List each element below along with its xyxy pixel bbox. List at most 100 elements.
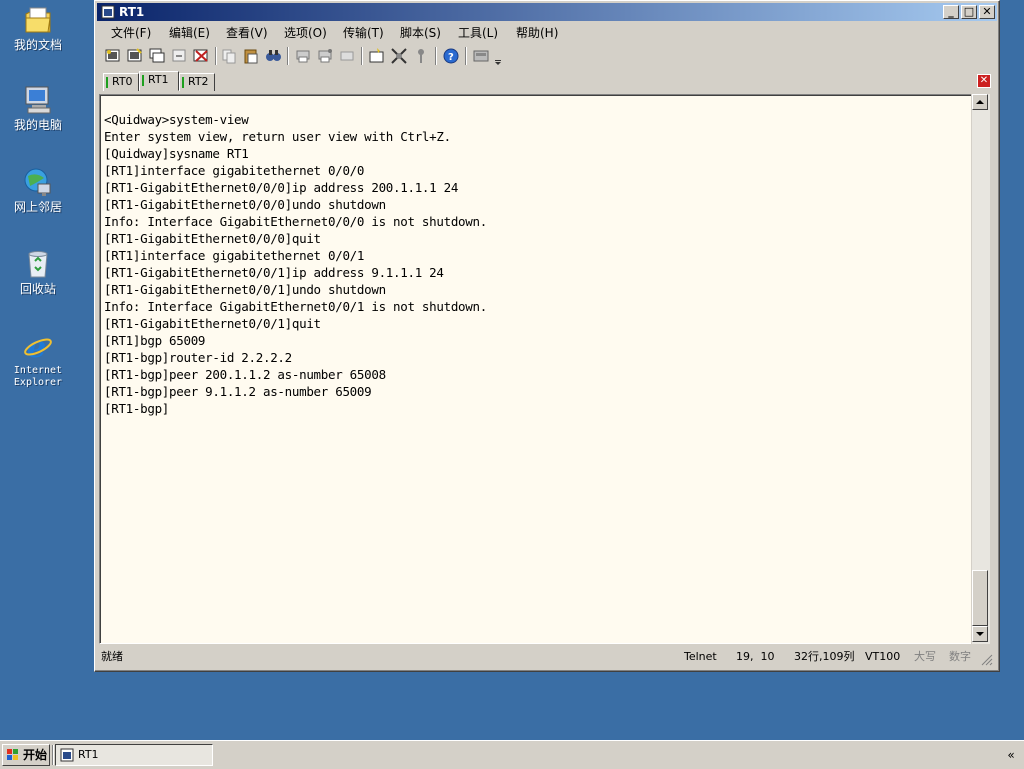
- toolbar-separator: [465, 47, 467, 65]
- desktop-icon-label: 网上邻居: [13, 200, 62, 214]
- status-terminal-size: 32行,109列: [794, 650, 855, 663]
- maximize-button[interactable]: □: [961, 5, 977, 19]
- status-bar: 就绪 Telnet 19, 10 32行,109列 VT100 大写 数字: [99, 646, 995, 668]
- terminal-line: [RT1]interface gigabitethernet 0/0/1: [104, 248, 365, 263]
- toolbar-separator: [215, 47, 217, 65]
- menu-options[interactable]: 选项(O): [284, 24, 327, 41]
- tab-status-indicator: [142, 75, 144, 86]
- print-setup-icon[interactable]: [315, 46, 335, 66]
- menu-tools[interactable]: 工具(L): [458, 24, 498, 41]
- toolbar-overflow-icon[interactable]: [493, 46, 503, 66]
- desktop-icon-my-documents[interactable]: 我的文档: [4, 4, 72, 52]
- minimize-button[interactable]: _: [943, 5, 959, 19]
- terminal-line: [RT1-GigabitEthernet0/0/1]undo shutdown: [104, 282, 386, 297]
- menu-transfer[interactable]: 传输(T): [343, 24, 384, 41]
- taskbar-separator: [52, 745, 54, 765]
- terminal-line: Info: Interface GigabitEthernet0/0/0 is …: [104, 214, 487, 229]
- terminal-line: [RT1-GigabitEthernet0/0/1]quit: [104, 316, 321, 331]
- terminal-line: [RT1-bgp]peer 9.1.1.2 as-number 65009: [104, 384, 372, 399]
- quick-connect-icon[interactable]: [125, 46, 145, 66]
- status-num-lock: 数字: [949, 650, 971, 663]
- status-terminal-type: VT100: [865, 650, 901, 663]
- status-caps-lock: 大写: [914, 650, 936, 663]
- toolbar-separator: [287, 47, 289, 65]
- terminal-line: [RT1-bgp]peer 200.1.1.2 as-number 65008: [104, 367, 386, 382]
- tab-status-indicator: [182, 77, 184, 88]
- maximize-icon: □: [963, 5, 975, 18]
- menu-bar: 文件(F) 编辑(E) 查看(V) 选项(O) 传输(T) 脚本(S) 工具(L…: [99, 23, 995, 41]
- recycle-bin-icon: [22, 248, 54, 280]
- tab-rt1[interactable]: RT1: [139, 71, 179, 91]
- app-icon: [60, 748, 74, 762]
- key-icon[interactable]: [411, 46, 431, 66]
- vertical-scrollbar[interactable]: [971, 94, 990, 644]
- desktop-icon-label: 回收站: [19, 282, 56, 296]
- find-icon[interactable]: [263, 46, 283, 66]
- tab-rt0[interactable]: RT0: [103, 73, 139, 91]
- tray-expand-button[interactable]: «: [1002, 745, 1020, 765]
- disconnect-icon[interactable]: [191, 46, 211, 66]
- reconnect-icon[interactable]: [169, 46, 189, 66]
- status-cursor-position: 19, 10: [736, 650, 775, 663]
- menu-help[interactable]: 帮助(H): [516, 24, 558, 41]
- terminal-line: [RT1-GigabitEthernet0/0/1]ip address 9.1…: [104, 265, 444, 280]
- toolbar-separator: [435, 47, 437, 65]
- network-places-icon: [22, 166, 54, 198]
- window-title: RT1: [119, 5, 145, 19]
- close-button[interactable]: ✕: [979, 5, 995, 19]
- keymap-icon[interactable]: [471, 46, 491, 66]
- desktop-icon-network[interactable]: 网上邻居: [4, 166, 72, 214]
- start-label: 开始: [23, 748, 48, 762]
- paste-icon[interactable]: [241, 46, 261, 66]
- svg-text:?: ?: [448, 52, 454, 63]
- toolbar: ?: [99, 43, 995, 69]
- scroll-down-button[interactable]: [972, 626, 988, 642]
- close-tab-button[interactable]: ✕: [977, 74, 991, 88]
- session-options-icon[interactable]: [367, 46, 387, 66]
- connect-icon[interactable]: [103, 46, 123, 66]
- taskbar-item-rt1[interactable]: RT1: [55, 744, 213, 766]
- app-icon: [101, 5, 115, 19]
- scroll-up-button[interactable]: [972, 94, 988, 110]
- scroll-thumb[interactable]: [972, 570, 988, 626]
- resize-grip-icon[interactable]: [981, 654, 993, 666]
- desktop-icon-recycle-bin[interactable]: 回收站: [4, 248, 72, 296]
- tab-rt2[interactable]: RT2: [179, 73, 215, 91]
- terminal-text: <Quidway>system-view Enter system view, r…: [104, 111, 487, 417]
- minimize-icon: _: [948, 5, 954, 18]
- menu-edit[interactable]: 编辑(E): [169, 24, 210, 41]
- menu-script[interactable]: 脚本(S): [400, 24, 441, 41]
- desktop-icon-my-computer[interactable]: 我的电脑: [4, 84, 72, 132]
- tab-label: RT1: [148, 73, 169, 86]
- internet-explorer-icon: e: [22, 330, 54, 365]
- new-session-icon[interactable]: [147, 46, 167, 66]
- copy-icon[interactable]: [219, 46, 239, 66]
- print-icon[interactable]: [293, 46, 313, 66]
- close-icon: ✕: [979, 75, 989, 86]
- desktop-icon-internet-explorer[interactable]: e Internet Explorer: [4, 330, 72, 389]
- menu-view[interactable]: 查看(V): [226, 24, 268, 41]
- log-icon[interactable]: [337, 46, 357, 66]
- desktop-icon-label: 我的电脑: [13, 118, 62, 132]
- desktop-icon-label: 我的文档: [13, 38, 62, 52]
- global-options-icon[interactable]: [389, 46, 409, 66]
- desktop-icon-label: Internet Explorer: [13, 365, 63, 388]
- start-button[interactable]: 开始: [2, 744, 50, 766]
- my-documents-icon: [22, 4, 54, 36]
- terminal-window: RT1 _ □ ✕ 文件(F) 编辑(E) 查看(V) 选项(O) 传输(T) …: [94, 0, 1000, 672]
- terminal-output[interactable]: <Quidway>system-view Enter system view, r…: [99, 94, 973, 644]
- terminal-line: [RT1-bgp]router-id 2.2.2.2: [104, 350, 292, 365]
- terminal-line: Info: Interface GigabitEthernet0/0/1 is …: [104, 299, 487, 314]
- taskbar-item-label: RT1: [78, 748, 99, 761]
- menu-file[interactable]: 文件(F): [111, 24, 151, 41]
- terminal-line: [RT1-GigabitEthernet0/0/0]ip address 200…: [104, 180, 459, 195]
- toolbar-separator: [361, 47, 363, 65]
- terminal-line: [RT1-bgp]: [104, 401, 170, 416]
- title-bar[interactable]: RT1 _ □ ✕: [97, 3, 997, 21]
- terminal-line: <Quidway>system-view: [104, 112, 249, 127]
- session-tabs: RT0 RT1 RT2 ✕: [99, 71, 995, 93]
- tab-status-indicator: [106, 77, 108, 88]
- terminal-line: [RT1-GigabitEthernet0/0/0]quit: [104, 231, 321, 246]
- help-icon[interactable]: ?: [441, 46, 461, 66]
- terminal-line: [RT1]bgp 65009: [104, 333, 206, 348]
